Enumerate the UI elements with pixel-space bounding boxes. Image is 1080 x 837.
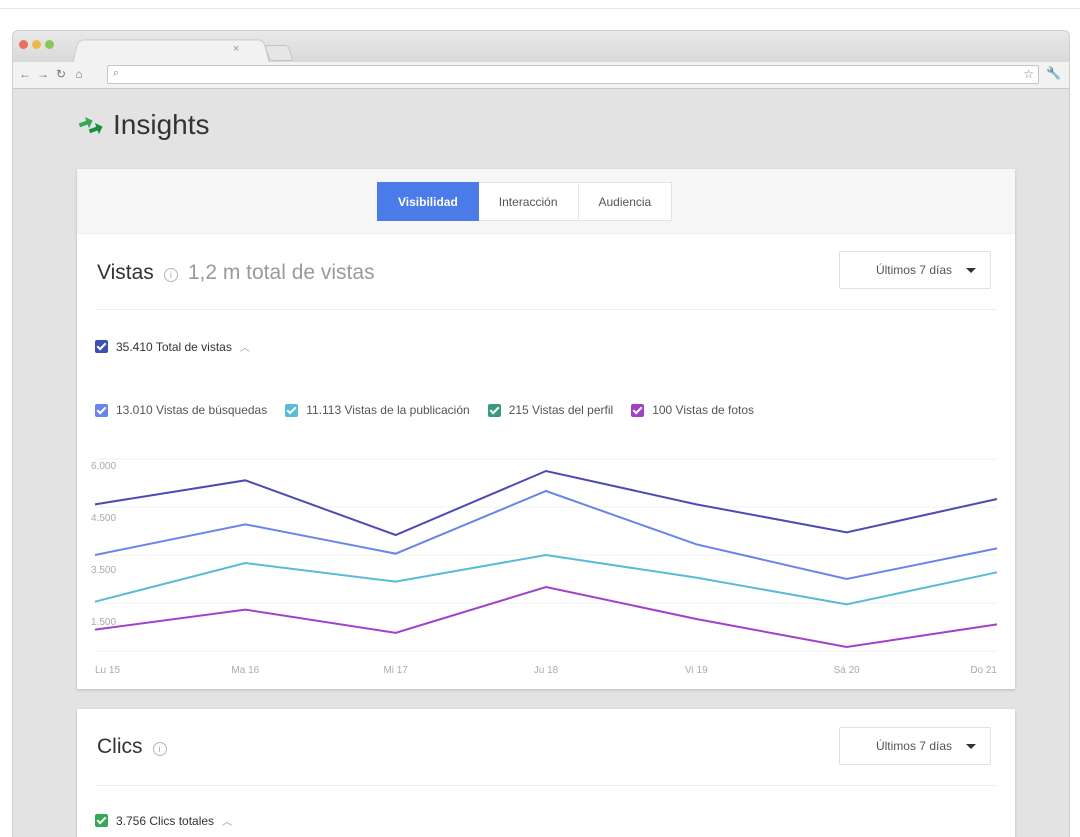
legend-item[interactable]: 215 Vistas del perfil (487, 403, 614, 417)
section-divider (95, 785, 997, 786)
total-views-label: 35.410 Total de vistas (116, 339, 232, 354)
views-title: Vistas (97, 261, 154, 284)
x-tick-label: Ma 16 (231, 665, 259, 676)
series-line (94, 585, 998, 649)
x-tick-label: Ju 18 (534, 665, 559, 676)
y-tick-label: 3.500 (91, 565, 116, 576)
views-total-summary: 1,2 m total de vistas (187, 261, 375, 284)
views-header: Vistas i 1,2 m total de vistas (97, 261, 375, 285)
tab-audiencia[interactable]: Audiencia (578, 182, 673, 221)
views-line-chart: 6.0004.5003.5001.500Lu 15 Ma 16 Mi 17 Ju 18… (91, 458, 998, 676)
legend-item[interactable]: 13.010 Vistas de búsquedas (95, 403, 267, 417)
back-icon[interactable]: ← (19, 67, 31, 81)
home-icon[interactable]: ⌂ (73, 67, 85, 81)
new-tab-button[interactable] (264, 45, 294, 61)
views-range-dropdown[interactable]: Últimos 7 días (839, 251, 991, 289)
info-icon[interactable]: i (152, 742, 167, 756)
legend-label: 100 Vistas de fotos (652, 403, 755, 417)
search-views-checkbox[interactable] (95, 403, 108, 417)
series-line (94, 469, 998, 537)
clicks-total-row[interactable]: 3.756 Clics totales ︿ (95, 813, 232, 828)
clicks-title: Clics (97, 735, 143, 758)
browser-window: × ← → ↻ ⌂ ⌕ ☆ 🔧 Insights Visibilidad Int… (12, 30, 1070, 837)
legend-item[interactable]: 11.113 Vistas de la publicación (285, 403, 470, 417)
maximize-window-button[interactable] (45, 40, 54, 49)
photo-views-checkbox[interactable] (631, 403, 645, 417)
clicks-range-label: Últimos 7 días (875, 739, 952, 753)
browser-titlebar: × (13, 31, 1069, 65)
clicks-header: Clics i (97, 735, 167, 759)
clicks-range-dropdown[interactable]: Últimos 7 días (839, 727, 991, 765)
info-icon[interactable]: i (163, 268, 178, 282)
total-clicks-label: 3.756 Clics totales (116, 813, 215, 828)
clicks-card: Clics i Últimos 7 días 3.756 Clics total… (77, 709, 1015, 837)
tab-close-icon[interactable]: × (233, 43, 239, 55)
browser-toolbar: ← → ↻ ⌂ ⌕ ☆ 🔧 (13, 62, 1069, 89)
minimize-window-button[interactable] (32, 40, 41, 49)
y-tick-label: 6.000 (91, 461, 116, 472)
address-bar[interactable]: ⌕ ☆ (107, 65, 1039, 84)
views-card: Visibilidad Interacción Audiencia Vistas… (77, 169, 1015, 689)
series-line (94, 489, 998, 581)
legend-label: 11.113 Vistas de la publicación (306, 403, 470, 417)
x-tick-label: Mi 17 (383, 665, 408, 676)
window-controls (19, 40, 54, 49)
series-legend: 13.010 Vistas de búsquedas 11.113 Vistas… (95, 403, 754, 417)
bookmark-star-icon[interactable]: ☆ (1023, 67, 1034, 81)
browser-tab[interactable] (71, 39, 271, 65)
post-views-checkbox[interactable] (285, 403, 299, 417)
total-clicks-checkbox[interactable] (95, 814, 108, 827)
tab-visibilidad[interactable]: Visibilidad (377, 182, 479, 221)
chevron-up-icon[interactable]: ︿ (222, 813, 232, 828)
app-header: Insights (77, 109, 210, 141)
chevron-up-icon[interactable]: ︿ (240, 339, 250, 354)
x-tick-label: Lu 15 (95, 665, 120, 676)
wrench-icon[interactable]: 🔧 (1046, 66, 1061, 80)
search-icon: ⌕ (113, 67, 120, 79)
views-range-label: Últimos 7 días (875, 263, 952, 277)
views-total-row[interactable]: 35.410 Total de vistas ︿ (95, 339, 250, 354)
legend-label: 215 Vistas del perfil (508, 403, 614, 417)
x-tick-label: Vi 19 (685, 665, 708, 676)
top-border (0, 8, 1080, 9)
section-divider (95, 309, 997, 310)
x-tick-label: Sá 20 (834, 665, 861, 676)
reload-icon[interactable]: ↻ (55, 67, 67, 81)
x-tick-label: Do 21 (970, 665, 997, 676)
app-title: Insights (113, 109, 210, 140)
profile-views-checkbox[interactable] (487, 403, 501, 417)
tab-interaccion[interactable]: Interacción (478, 182, 579, 221)
forward-icon[interactable]: → (37, 67, 49, 81)
total-views-checkbox[interactable] (95, 340, 108, 353)
close-window-button[interactable] (19, 40, 28, 49)
y-tick-label: 4.500 (91, 513, 116, 524)
dropdown-caret-icon (966, 267, 976, 273)
tab-bar: Visibilidad Interacción Audiencia (77, 169, 1015, 234)
legend-label: 13.010 Vistas de búsquedas (116, 403, 268, 417)
insights-logo-icon (77, 115, 105, 135)
dropdown-caret-icon (966, 743, 976, 749)
series-line (94, 553, 998, 606)
legend-item[interactable]: 100 Vistas de fotos (631, 403, 754, 417)
